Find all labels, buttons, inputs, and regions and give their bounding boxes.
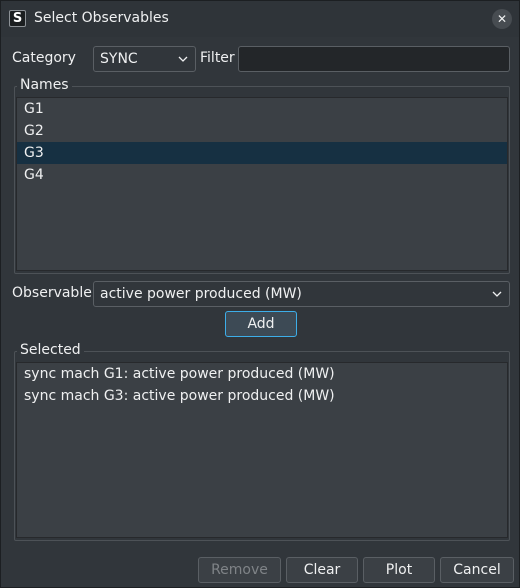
observable-value: active power produced (MW) <box>100 286 302 302</box>
clear-button[interactable]: Clear <box>286 557 358 583</box>
window-title: Select Observables <box>34 10 169 26</box>
filter-input[interactable] <box>238 46 510 72</box>
selected-group-title: Selected <box>17 342 84 358</box>
category-value: SYNC <box>100 51 138 67</box>
names-list[interactable]: G1 G2 G3 G4 <box>16 97 508 271</box>
observable-select[interactable]: active power produced (MW) <box>93 281 510 307</box>
observable-label: Observable <box>12 285 92 301</box>
category-label: Category <box>12 50 76 66</box>
list-item[interactable]: G1 <box>17 98 507 120</box>
chevron-down-icon <box>491 282 503 306</box>
chevron-down-icon <box>177 47 189 71</box>
list-item[interactable]: G3 <box>17 142 507 164</box>
names-group-title: Names <box>17 77 72 93</box>
list-item[interactable]: G4 <box>17 164 507 186</box>
title-bar: S Select Observables ✕ <box>1 1 519 37</box>
close-icon[interactable]: ✕ <box>492 9 512 29</box>
cancel-button[interactable]: Cancel <box>440 557 514 583</box>
filter-label: Filter <box>200 50 235 66</box>
select-observables-dialog: S Select Observables ✕ Category SYNC Fil… <box>0 0 520 588</box>
list-item[interactable]: G2 <box>17 120 507 142</box>
s-logo-icon: S <box>9 10 26 27</box>
plot-button[interactable]: Plot <box>363 557 435 583</box>
selected-list[interactable]: sync mach G1: active power produced (MW)… <box>16 362 508 538</box>
remove-button[interactable]: Remove <box>198 557 281 583</box>
list-item[interactable]: sync mach G3: active power produced (MW) <box>17 385 507 407</box>
add-button[interactable]: Add <box>225 311 297 337</box>
category-select[interactable]: SYNC <box>93 46 196 72</box>
list-item[interactable]: sync mach G1: active power produced (MW) <box>17 363 507 385</box>
